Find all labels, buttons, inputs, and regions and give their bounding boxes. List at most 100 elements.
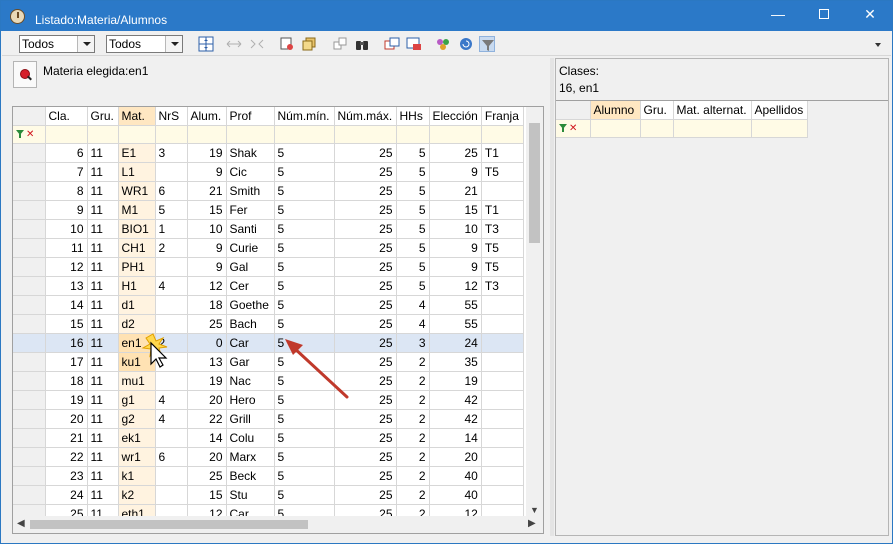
scroll-down-arrow-icon[interactable]: ▼ bbox=[530, 505, 539, 515]
table-cell[interactable] bbox=[481, 390, 524, 410]
table-cell[interactable]: mu1 bbox=[118, 371, 156, 391]
table-cell[interactable]: Nac bbox=[226, 371, 275, 391]
table-cell[interactable]: 24 bbox=[45, 485, 88, 505]
students-button[interactable] bbox=[435, 36, 451, 52]
table-row[interactable]: 23 11 k1 25 Beck 5 25 2 40 bbox=[13, 466, 524, 486]
table-cell[interactable]: 5 bbox=[274, 295, 335, 315]
table-cell[interactable]: 5 bbox=[396, 181, 430, 201]
table-cell[interactable]: 5 bbox=[274, 219, 335, 239]
table-cell[interactable]: 20 bbox=[429, 447, 482, 467]
table-cell[interactable] bbox=[481, 333, 524, 353]
table-cell[interactable]: Marx bbox=[226, 447, 275, 467]
table-cell[interactable]: Cer bbox=[226, 276, 275, 296]
table-cell[interactable]: 9 bbox=[187, 238, 227, 258]
class-filter-select[interactable]: Todos bbox=[19, 35, 95, 53]
filter-cell[interactable] bbox=[187, 125, 227, 144]
table-cell[interactable]: T3 bbox=[481, 276, 524, 296]
table-cell[interactable]: 21 bbox=[187, 181, 227, 201]
table-cell[interactable]: 15 bbox=[429, 200, 482, 220]
table-cell[interactable]: 10 bbox=[45, 219, 88, 239]
table-cell[interactable]: 12 bbox=[429, 276, 482, 296]
table-row[interactable]: 8 11 WR1 6 21 Smith 5 25 5 21 bbox=[13, 181, 524, 201]
table-cell[interactable]: 18 bbox=[45, 371, 88, 391]
table-cell[interactable]: 11 bbox=[87, 485, 119, 505]
table-cell[interactable]: 11 bbox=[87, 257, 119, 277]
table-cell[interactable] bbox=[155, 371, 188, 391]
table-cell[interactable]: 0 bbox=[187, 333, 227, 353]
table-cell[interactable]: 4 bbox=[396, 295, 430, 315]
table-cell[interactable]: 20 bbox=[45, 409, 88, 429]
table-cell[interactable]: Smith bbox=[226, 181, 275, 201]
table-cell[interactable] bbox=[481, 352, 524, 372]
table-cell[interactable] bbox=[481, 485, 524, 505]
table-row[interactable]: 15 11 d2 25 Bach 5 25 4 55 bbox=[13, 314, 524, 334]
table-row[interactable]: 17 11 ku1 13 Gar 5 25 2 35 bbox=[13, 352, 524, 372]
row-indicator[interactable] bbox=[13, 409, 46, 429]
table-cell[interactable]: 11 bbox=[87, 447, 119, 467]
table-cell[interactable]: 11 bbox=[87, 276, 119, 296]
table-cell[interactable]: 5 bbox=[274, 409, 335, 429]
copy-button[interactable] bbox=[301, 36, 317, 52]
table-cell[interactable]: 17 bbox=[45, 352, 88, 372]
table-row[interactable]: 18 11 mu1 19 Nac 5 25 2 19 bbox=[13, 371, 524, 391]
table-cell[interactable]: 10 bbox=[187, 219, 227, 239]
table-cell[interactable]: 25 bbox=[429, 143, 482, 163]
table-cell[interactable]: 19 bbox=[45, 390, 88, 410]
column-header[interactable]: Elección bbox=[429, 107, 482, 126]
column-header[interactable]: Núm.mín. bbox=[274, 107, 335, 126]
column-header[interactable]: Cla. bbox=[45, 107, 88, 126]
table-cell[interactable]: Gal bbox=[226, 257, 275, 277]
table-cell[interactable]: 5 bbox=[396, 238, 430, 258]
table-cell[interactable]: 2 bbox=[396, 485, 430, 505]
row-indicator[interactable] bbox=[13, 428, 46, 448]
table-cell[interactable]: 6 bbox=[155, 447, 188, 467]
refresh-button[interactable] bbox=[458, 36, 474, 52]
table-cell[interactable]: 20 bbox=[187, 390, 227, 410]
horizontal-scroll-thumb[interactable] bbox=[30, 520, 308, 529]
filter-cell[interactable] bbox=[640, 119, 674, 138]
table-cell[interactable]: 9 bbox=[187, 162, 227, 182]
table-cell[interactable] bbox=[481, 447, 524, 467]
column-header[interactable]: Prof bbox=[226, 107, 275, 126]
scroll-left-arrow-icon[interactable]: ◀ bbox=[17, 518, 25, 529]
column-header[interactable]: Apellidos bbox=[751, 101, 808, 120]
row-indicator[interactable] bbox=[13, 295, 46, 315]
table-cell[interactable]: WR1 bbox=[118, 181, 156, 201]
table-cell[interactable]: Grill bbox=[226, 409, 275, 429]
swap-horizontal-button[interactable] bbox=[226, 36, 242, 52]
table-cell[interactable]: 11 bbox=[87, 466, 119, 486]
table-cell[interactable]: wr1 bbox=[118, 447, 156, 467]
table-cell[interactable]: 5 bbox=[396, 143, 430, 163]
table-cell[interactable]: Hero bbox=[226, 390, 275, 410]
table-cell[interactable]: 22 bbox=[45, 447, 88, 467]
filter-cell[interactable] bbox=[45, 125, 88, 144]
column-header[interactable]: Mat. bbox=[118, 107, 156, 126]
table-cell[interactable]: H1 bbox=[118, 276, 156, 296]
table-cell[interactable]: PH1 bbox=[118, 257, 156, 277]
table-cell[interactable]: 55 bbox=[429, 314, 482, 334]
table-cell[interactable]: 55 bbox=[429, 295, 482, 315]
panel-splitter[interactable] bbox=[550, 58, 554, 536]
table-cell[interactable]: 5 bbox=[274, 485, 335, 505]
filter-cell[interactable] bbox=[155, 125, 188, 144]
table-row[interactable]: 20 11 g2 4 22 Grill 5 25 2 42 bbox=[13, 409, 524, 429]
table-cell[interactable]: g1 bbox=[118, 390, 156, 410]
table-cell[interactable] bbox=[155, 428, 188, 448]
table-cell[interactable]: Santi bbox=[226, 219, 275, 239]
table-cell[interactable]: d1 bbox=[118, 295, 156, 315]
table-cell[interactable]: T1 bbox=[481, 143, 524, 163]
row-indicator[interactable] bbox=[13, 314, 46, 334]
table-cell[interactable]: CH1 bbox=[118, 238, 156, 258]
table-cell[interactable]: Stu bbox=[226, 485, 275, 505]
table-cell[interactable] bbox=[481, 466, 524, 486]
table-cell[interactable]: 40 bbox=[429, 485, 482, 505]
table-cell[interactable]: 25 bbox=[334, 162, 397, 182]
row-indicator[interactable] bbox=[13, 162, 46, 182]
scroll-right-arrow-icon[interactable]: ▶ bbox=[528, 518, 536, 529]
column-header[interactable]: Mat. alternat. bbox=[673, 101, 752, 120]
table-cell[interactable]: 25 bbox=[187, 466, 227, 486]
table-row[interactable]: 22 11 wr1 6 20 Marx 5 25 2 20 bbox=[13, 447, 524, 467]
column-header[interactable]: HHs bbox=[396, 107, 430, 126]
table-cell[interactable]: 10 bbox=[429, 219, 482, 239]
filter-cell[interactable] bbox=[673, 119, 752, 138]
